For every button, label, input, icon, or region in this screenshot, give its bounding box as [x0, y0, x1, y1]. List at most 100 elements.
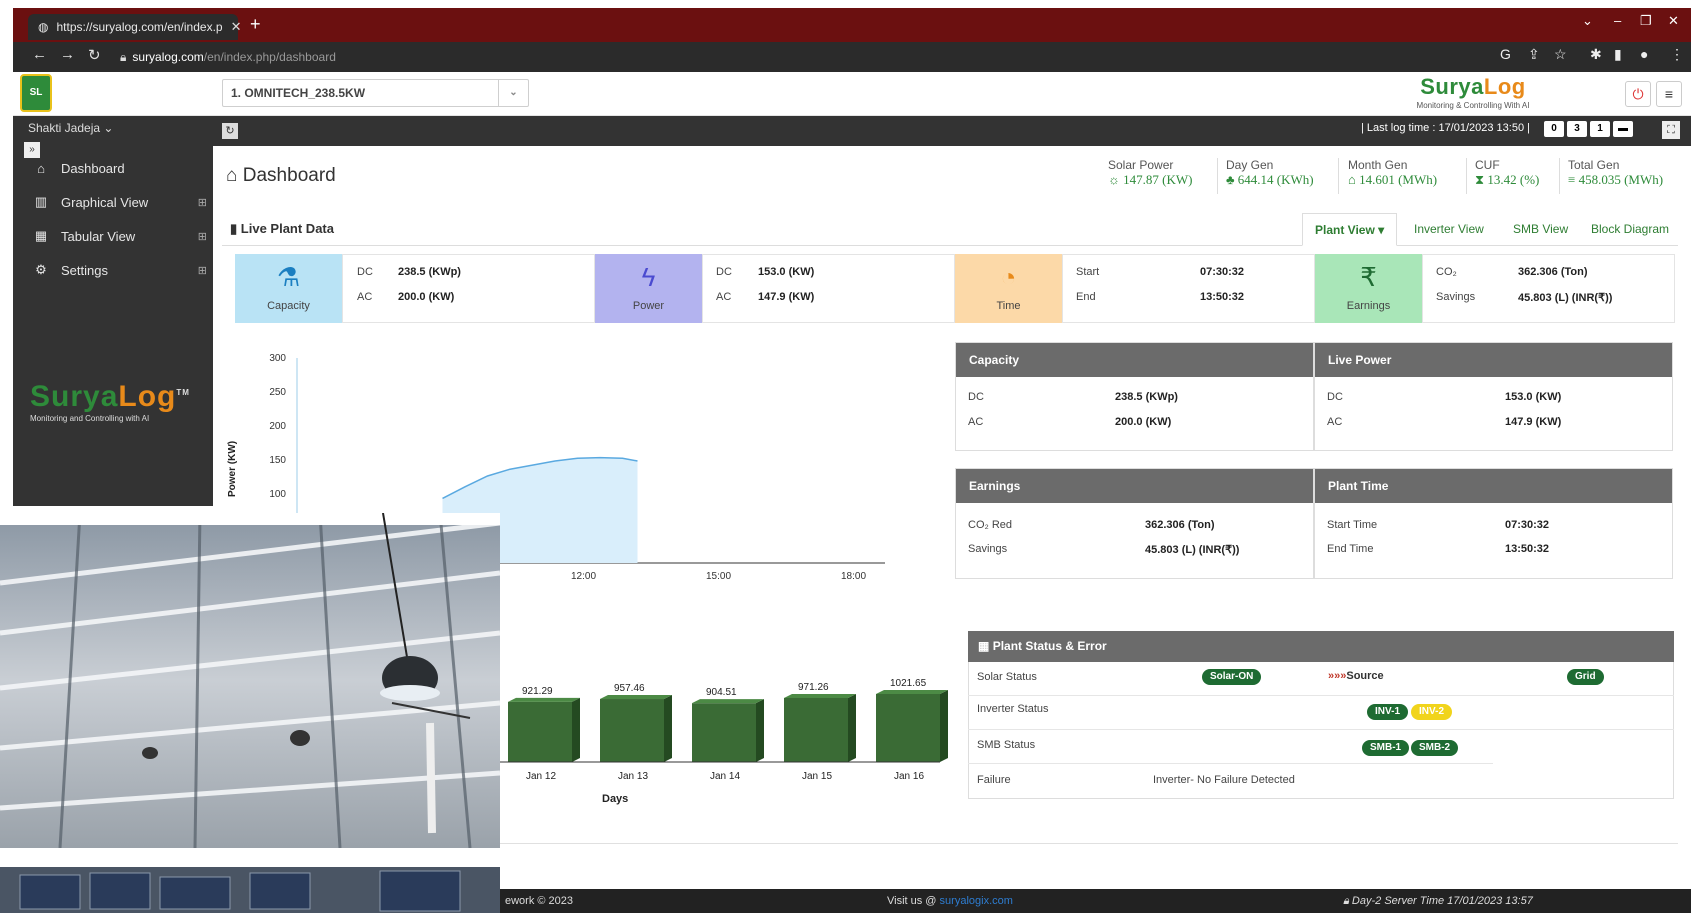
box-key: CO₂ Red: [968, 519, 1013, 531]
kpi-value: 14.601 (MWh): [1359, 172, 1438, 187]
box-value: 147.9 (KW): [1505, 416, 1562, 428]
card-value: 200.0 (KW): [398, 291, 455, 303]
kebab-menu-icon[interactable]: ⋮: [1670, 46, 1684, 63]
card-value: 153.0 (KW): [758, 266, 815, 278]
kpi-value: 13.42 (%): [1487, 172, 1540, 187]
google-icon[interactable]: G: [1500, 46, 1511, 62]
y-tick-label: 300: [269, 353, 286, 364]
inverter-badge: INV-1: [1367, 704, 1409, 720]
flask-icon: ⚗: [276, 262, 301, 292]
plant-status-header: ▦ Plant Status & Error: [968, 631, 1674, 662]
status-label: Failure: [977, 774, 1011, 786]
site-link[interactable]: suryalogix.com: [940, 895, 1013, 907]
refresh-icon[interactable]: ↻: [222, 123, 238, 139]
counter-badge: 1: [1590, 121, 1610, 137]
extensions-icon[interactable]: ✱: [1590, 46, 1602, 63]
minimize-icon[interactable]: –: [1614, 13, 1621, 28]
sidebar-item-settings[interactable]: ⚙ Settings ⊞: [13, 253, 213, 287]
battery-icon: ▬: [1613, 121, 1633, 137]
kpi-cuf: CUF ⧗ 13.42 (%): [1475, 158, 1539, 188]
bar-side: [572, 697, 580, 762]
source-indicator: »»»Source: [1328, 670, 1384, 682]
new-tab-button[interactable]: +: [250, 14, 261, 35]
sidebar-item-graphical-view[interactable]: ▥ Graphical View ⊞: [13, 185, 213, 219]
y-tick-label: 100: [269, 489, 286, 500]
box-title: Capacity: [956, 343, 1313, 377]
plant-select[interactable]: 1. OMNITECH_238.5KW ⌄: [222, 79, 529, 107]
rupee-icon: ₹: [1360, 262, 1377, 292]
expand-icon[interactable]: ⊞: [198, 264, 207, 277]
side-panel-icon[interactable]: ▮: [1614, 46, 1622, 63]
server-time-text: Day-2 Server Time 17/01/2023 13:57: [1351, 895, 1533, 907]
kpi-solar-power: Solar Power ☼ 147.87 (KW): [1108, 158, 1193, 188]
bar-side: [940, 690, 948, 762]
counter-badge: 3: [1567, 121, 1587, 137]
forward-icon[interactable]: →: [60, 46, 75, 63]
lock-icon: 🔒︎: [1343, 895, 1349, 907]
box-value: 07:30:32: [1505, 519, 1550, 531]
tab-inverter-view[interactable]: Inverter View: [1402, 213, 1496, 246]
bank-icon: ⌂: [1348, 172, 1356, 187]
menu-button[interactable]: ≡: [1656, 81, 1682, 107]
card-key: CO₂: [1436, 266, 1457, 278]
back-icon[interactable]: ←: [32, 46, 47, 63]
browser-tab[interactable]: ◍ https://suryalog.com/en/index.p ✕: [28, 14, 241, 40]
live-data-title: ▮ Live Plant Data: [230, 221, 334, 237]
expand-icon[interactable]: ⊞: [198, 196, 207, 209]
box-key: Start Time: [1327, 519, 1378, 531]
y-tick-label: 150: [269, 455, 286, 466]
card-value: 238.5 (KWp): [398, 266, 461, 278]
source-label: Source: [1346, 670, 1384, 682]
bar-value-label: 904.51: [706, 687, 737, 699]
bar-value-label: 1021.65: [890, 678, 927, 689]
kpi-label: Day Gen: [1226, 158, 1274, 172]
time-card: [1062, 254, 1315, 323]
tab-block-diagram[interactable]: Block Diagram: [1579, 213, 1681, 246]
close-tab-icon[interactable]: ✕: [231, 19, 242, 35]
profile-icon[interactable]: ●: [1640, 46, 1648, 62]
tab-plant-view[interactable]: Plant View ▾: [1302, 213, 1398, 246]
fullscreen-icon[interactable]: ⛶: [1662, 121, 1680, 139]
card-value: 13:50:32: [1200, 291, 1245, 303]
brand-name-a: Surya: [1420, 74, 1484, 99]
browser-tab-strip: [13, 8, 1691, 42]
bar-top: [784, 693, 856, 698]
tab-smb-view[interactable]: SMB View: [1501, 213, 1580, 246]
solar-roof-photo: [0, 867, 500, 913]
star-icon[interactable]: ☆: [1554, 46, 1567, 63]
table-icon: ▦: [978, 639, 990, 653]
box-key: DC: [1327, 391, 1343, 403]
status-label: Inverter Status: [977, 703, 1049, 715]
time-card-icon: ◔ Time: [955, 254, 1062, 323]
tree-icon: ♣: [1226, 172, 1235, 187]
sidebar-item-label: Dashboard: [61, 160, 125, 176]
x-tick-label: 12:00: [571, 571, 597, 582]
tab-search-icon[interactable]: ⌄: [1582, 13, 1593, 29]
bar: [692, 703, 756, 762]
kpi-total-gen: Total Gen ≡ 458.035 (MWh): [1568, 158, 1663, 188]
capacity-card-icon: ⚗ Capacity: [235, 254, 342, 323]
grid-badge: Grid: [1567, 669, 1604, 685]
expand-icon[interactable]: ⊞: [198, 230, 207, 243]
share-icon[interactable]: ⇪: [1528, 46, 1540, 63]
close-window-icon[interactable]: ✕: [1668, 13, 1679, 29]
sidebar-item-tabular-view[interactable]: ▦ Tabular View ⊞: [13, 219, 213, 253]
y-tick-label: 250: [269, 387, 286, 398]
inverter-badge: INV-2: [1411, 704, 1453, 720]
database-icon: ≡: [1568, 172, 1576, 187]
user-menu[interactable]: Shakti Jadeja ⌄: [28, 121, 113, 135]
box-key: End Time: [1327, 543, 1374, 555]
url-path: /en/index.php/dashboard: [203, 50, 336, 64]
plant-select-value: 1. OMNITECH_238.5KW: [231, 86, 366, 100]
logo-text-b: Log: [118, 380, 177, 413]
address-bar[interactable]: 🔒︎ suryalog.com/en/index.php/dashboard: [120, 46, 1475, 68]
reload-icon[interactable]: ↻: [88, 46, 101, 64]
sidebar-item-dashboard[interactable]: ⌂ Dashboard: [13, 151, 213, 185]
app-logo: SL: [20, 74, 52, 112]
kpi-value: 644.14 (KWh): [1237, 172, 1314, 187]
chevron-down-icon[interactable]: ⌄: [498, 80, 528, 106]
power-button[interactable]: ⏻: [1625, 81, 1651, 107]
hourglass-icon: ⧗: [1475, 172, 1485, 187]
restore-icon[interactable]: ❐: [1640, 13, 1652, 29]
sun-icon: ☼: [1108, 172, 1120, 187]
